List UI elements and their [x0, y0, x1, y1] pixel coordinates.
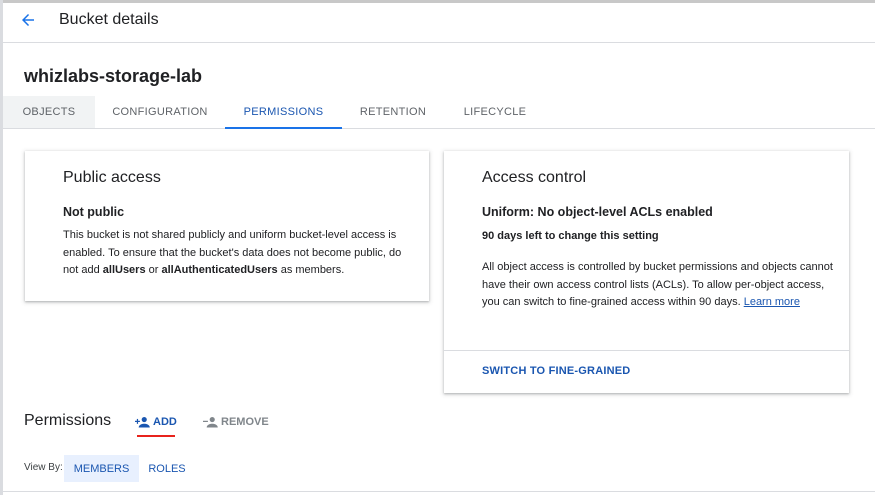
bucket-name: whizlabs-storage-lab — [24, 66, 203, 86]
add-highlight-underline — [137, 435, 175, 437]
view-by-members-button[interactable]: MEMBERS — [64, 455, 139, 482]
page-title: Bucket details — [59, 11, 159, 28]
person-add-icon — [135, 415, 151, 429]
tab-bar: OBJECTS CONFIGURATION PERMISSIONS RETENT… — [3, 96, 875, 129]
public-access-title: Public access — [63, 169, 161, 186]
all-users-text: allUsers — [102, 264, 146, 276]
remove-member-button[interactable]: REMOVE — [203, 413, 269, 431]
tab-retention[interactable]: RETENTION — [345, 96, 441, 128]
permissions-title: Permissions — [24, 412, 112, 429]
person-remove-icon — [203, 415, 219, 429]
public-access-status: Not public — [63, 205, 125, 219]
view-by-label: View By: — [24, 462, 63, 473]
tab-permissions[interactable]: PERMISSIONS — [225, 96, 342, 129]
window-left-border — [0, 0, 3, 495]
card-divider — [444, 350, 849, 351]
page-header: Bucket details — [3, 3, 875, 43]
access-control-title: Access control — [482, 169, 587, 186]
access-control-card: Access control Uniform: No object-level … — [444, 151, 849, 393]
tab-configuration[interactable]: CONFIGURATION — [97, 96, 223, 128]
days-left-note: 90 days left to change this setting — [482, 230, 659, 242]
public-access-description: This bucket is not shared publicly and u… — [63, 227, 419, 280]
switch-to-fine-grained-button[interactable]: SWITCH TO FINE-GRAINED — [482, 365, 630, 377]
access-control-description: All object access is controlled by bucke… — [482, 259, 838, 312]
learn-more-link[interactable]: Learn more — [744, 296, 800, 308]
all-authenticated-users-text: allAuthenticatedUsers — [161, 264, 278, 276]
view-by-roles-button[interactable]: ROLES — [144, 455, 190, 482]
public-access-card: Public access Not public This bucket is … — [25, 151, 429, 301]
add-label: ADD — [153, 416, 177, 428]
back-button[interactable] — [17, 11, 39, 33]
arrow-back-icon — [19, 11, 37, 34]
tab-objects[interactable]: OBJECTS — [3, 96, 95, 128]
add-member-button[interactable]: ADD — [135, 413, 177, 431]
bottom-divider — [3, 491, 875, 492]
or-text: or — [145, 264, 162, 276]
tab-lifecycle[interactable]: LIFECYCLE — [445, 96, 545, 128]
members-text: as members. — [277, 264, 345, 276]
remove-label: REMOVE — [221, 416, 269, 428]
access-control-mode: Uniform: No object-level ACLs enabled — [482, 205, 713, 219]
